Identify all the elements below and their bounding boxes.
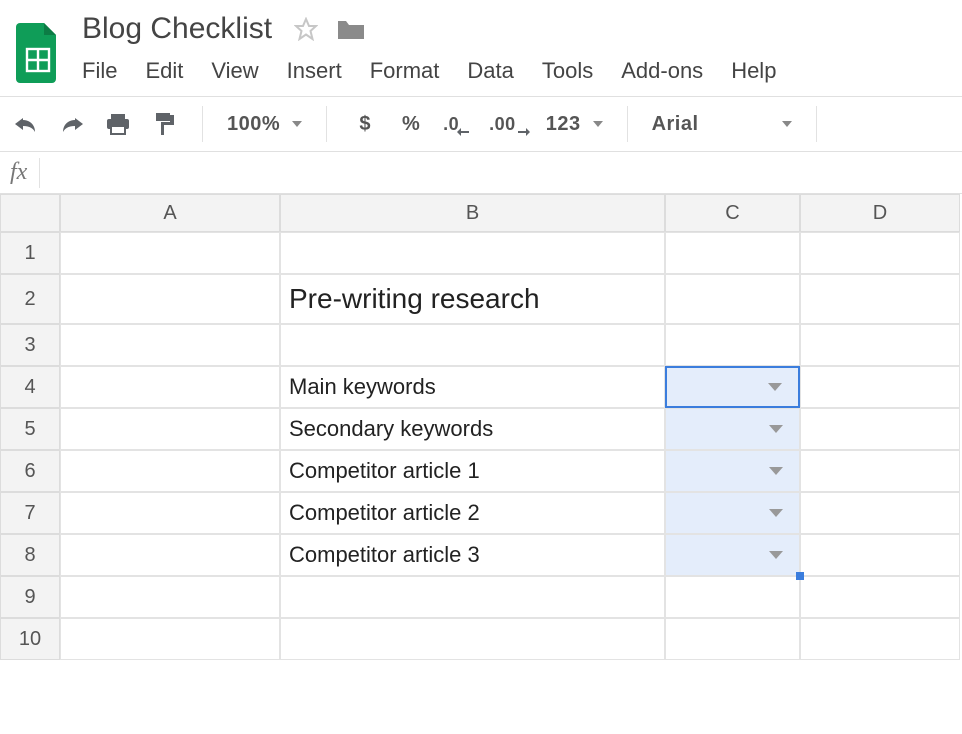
chevron-down-icon <box>593 121 603 127</box>
toolbar: 100% $ % .0 .00 123 Arial <box>0 96 962 152</box>
folder-icon[interactable] <box>336 17 366 41</box>
cell-d6[interactable] <box>800 450 960 492</box>
cell-a8[interactable] <box>60 534 280 576</box>
cell-b10[interactable] <box>280 618 665 660</box>
cell-d5[interactable] <box>800 408 960 450</box>
cell-b7[interactable]: Competitor article 2 <box>280 492 665 534</box>
row-header-1[interactable]: 1 <box>0 232 60 274</box>
cell-c5[interactable] <box>665 408 800 450</box>
format-percent-button[interactable]: % <box>397 113 425 136</box>
cell-d2[interactable] <box>800 274 960 324</box>
number-format-value: 123 <box>546 113 581 136</box>
format-currency-button[interactable]: $ <box>351 113 379 136</box>
paint-format-icon[interactable] <box>150 111 178 137</box>
sheets-logo[interactable] <box>8 13 68 93</box>
cell-a2[interactable] <box>60 274 280 324</box>
decrease-decimal-button[interactable]: .0 <box>443 115 471 133</box>
cell-c6[interactable] <box>665 450 800 492</box>
zoom-dropdown[interactable]: 100% <box>227 113 302 136</box>
cell-c3[interactable] <box>665 324 800 366</box>
menu-view[interactable]: View <box>211 58 258 84</box>
menu-file[interactable]: File <box>82 58 117 84</box>
cell-a3[interactable] <box>60 324 280 366</box>
data-validation-dropdown-icon[interactable] <box>769 425 783 433</box>
cell-a6[interactable] <box>60 450 280 492</box>
row-header-5[interactable]: 5 <box>0 408 60 450</box>
doc-title[interactable]: Blog Checklist <box>78 10 276 48</box>
cell-d1[interactable] <box>800 232 960 274</box>
data-validation-dropdown-icon[interactable] <box>769 509 783 517</box>
cell-c7[interactable] <box>665 492 800 534</box>
chevron-down-icon <box>782 121 792 127</box>
formula-input[interactable] <box>52 161 952 184</box>
cell-b3[interactable] <box>280 324 665 366</box>
cell-b5[interactable]: Secondary keywords <box>280 408 665 450</box>
cell-b6[interactable]: Competitor article 1 <box>280 450 665 492</box>
menu-edit[interactable]: Edit <box>145 58 183 84</box>
cell-c4[interactable] <box>665 366 800 408</box>
doc-header: Blog Checklist File Edit View Insert For <box>0 0 962 96</box>
row-header-8[interactable]: 8 <box>0 534 60 576</box>
redo-icon[interactable] <box>58 114 86 134</box>
menu-addons[interactable]: Add-ons <box>621 58 703 84</box>
cell-a1[interactable] <box>60 232 280 274</box>
cell-a4[interactable] <box>60 366 280 408</box>
cell-a10[interactable] <box>60 618 280 660</box>
cell-c8[interactable] <box>665 534 800 576</box>
row-header-6[interactable]: 6 <box>0 450 60 492</box>
col-header-c[interactable]: C <box>665 194 800 232</box>
cell-a5[interactable] <box>60 408 280 450</box>
chevron-down-icon <box>292 121 302 127</box>
spreadsheet-grid[interactable]: A B C D 1 2 Pre-writing research 3 4 Mai… <box>0 194 962 660</box>
data-validation-dropdown-icon[interactable] <box>769 551 783 559</box>
select-all-corner[interactable] <box>0 194 60 232</box>
cell-a7[interactable] <box>60 492 280 534</box>
cell-d8[interactable] <box>800 534 960 576</box>
data-validation-dropdown-icon[interactable] <box>768 383 782 391</box>
col-header-b[interactable]: B <box>280 194 665 232</box>
cell-c1[interactable] <box>665 232 800 274</box>
row-header-7[interactable]: 7 <box>0 492 60 534</box>
cell-b2[interactable]: Pre-writing research <box>280 274 665 324</box>
cell-c2[interactable] <box>665 274 800 324</box>
cell-b1[interactable] <box>280 232 665 274</box>
col-header-d[interactable]: D <box>800 194 960 232</box>
cell-d3[interactable] <box>800 324 960 366</box>
menu-help[interactable]: Help <box>731 58 776 84</box>
cell-d4[interactable] <box>800 366 960 408</box>
cell-c10[interactable] <box>665 618 800 660</box>
menu-format[interactable]: Format <box>370 58 440 84</box>
menu-data[interactable]: Data <box>467 58 513 84</box>
row-header-10[interactable]: 10 <box>0 618 60 660</box>
star-icon[interactable] <box>294 17 318 41</box>
cell-d10[interactable] <box>800 618 960 660</box>
print-icon[interactable] <box>104 112 132 136</box>
menu-tools[interactable]: Tools <box>542 58 593 84</box>
zoom-value: 100% <box>227 113 280 136</box>
cell-b4[interactable]: Main keywords <box>280 366 665 408</box>
cell-b8[interactable]: Competitor article 3 <box>280 534 665 576</box>
row-header-9[interactable]: 9 <box>0 576 60 618</box>
number-format-dropdown[interactable]: 123 <box>546 113 603 136</box>
row-header-4[interactable]: 4 <box>0 366 60 408</box>
formula-bar: fx <box>0 152 962 194</box>
undo-icon[interactable] <box>12 114 40 134</box>
data-validation-dropdown-icon[interactable] <box>769 467 783 475</box>
cell-a9[interactable] <box>60 576 280 618</box>
cell-d9[interactable] <box>800 576 960 618</box>
cell-b9[interactable] <box>280 576 665 618</box>
menu-insert[interactable]: Insert <box>287 58 342 84</box>
row-header-3[interactable]: 3 <box>0 324 60 366</box>
font-dropdown[interactable]: Arial <box>652 113 792 136</box>
row-header-2[interactable]: 2 <box>0 274 60 324</box>
font-value: Arial <box>652 113 699 136</box>
fx-label: fx <box>10 159 27 186</box>
col-header-a[interactable]: A <box>60 194 280 232</box>
increase-decimal-button[interactable]: .00 <box>489 115 528 133</box>
cell-c9[interactable] <box>665 576 800 618</box>
menubar: File Edit View Insert Format Data Tools … <box>78 48 954 96</box>
selection-handle[interactable] <box>796 572 804 580</box>
cell-d7[interactable] <box>800 492 960 534</box>
